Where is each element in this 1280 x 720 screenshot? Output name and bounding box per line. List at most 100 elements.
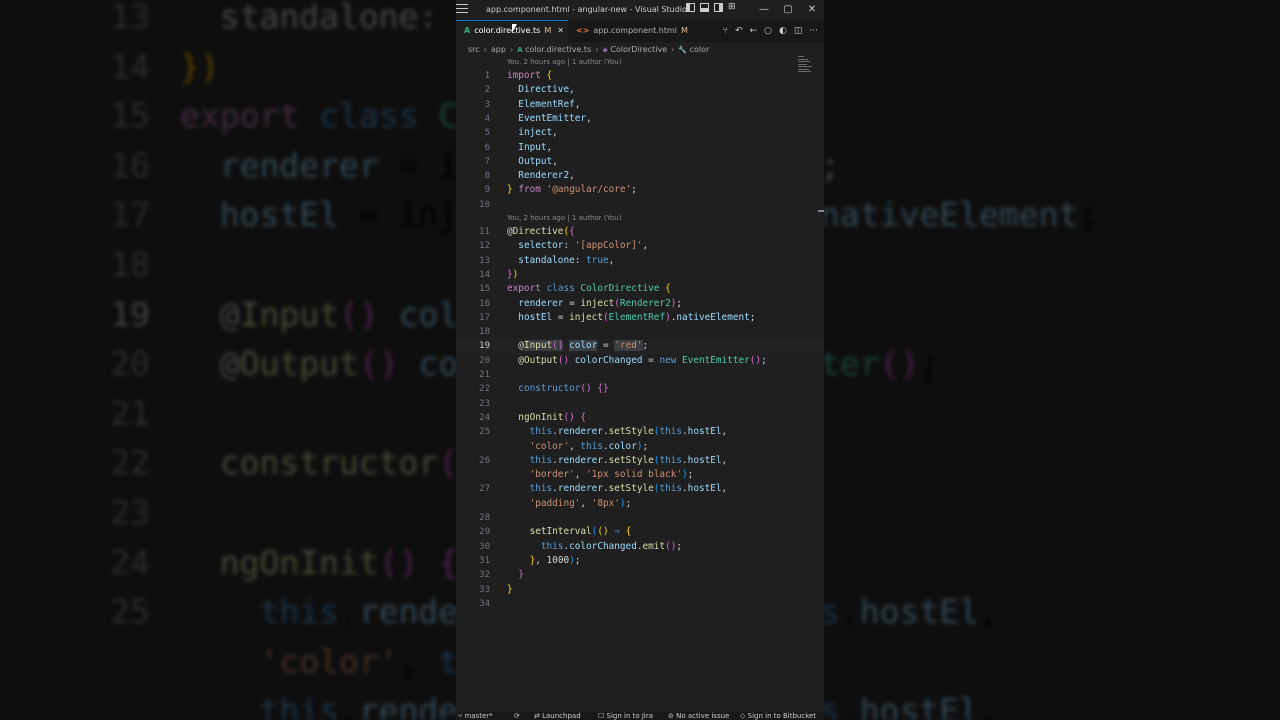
title-bar: app.component.html - angular-new - Visua… xyxy=(456,0,824,20)
close-window-button[interactable]: ✕ xyxy=(800,0,824,20)
go-back-icon[interactable]: ↶ xyxy=(735,20,743,42)
angular-icon: A xyxy=(464,26,471,35)
breadcrumb-member[interactable]: color xyxy=(690,45,710,54)
active-issue-item[interactable]: ⊘ No active issue xyxy=(668,712,729,720)
line-number: 13 xyxy=(479,255,490,266)
line-number: 32 xyxy=(479,570,490,581)
code-line: 'padding', '8px'); xyxy=(529,497,632,509)
code-line: 28 xyxy=(456,511,824,525)
line-number: 24 xyxy=(479,412,490,423)
minimize-button[interactable]: — xyxy=(752,0,776,20)
bg-line-number: 21 xyxy=(110,393,150,433)
bg-line-number: 18 xyxy=(110,244,150,284)
minimap[interactable] xyxy=(798,56,814,82)
launchpad-item[interactable]: ⇄ Launchpad xyxy=(534,712,581,720)
launchpad-icon: ⇄ xyxy=(534,712,540,720)
line-number: 30 xyxy=(479,541,490,552)
code-line: 32 } xyxy=(456,568,824,582)
codelens-blame[interactable]: You, 2 hours ago | 1 author (You) xyxy=(507,58,621,66)
line-number: 12 xyxy=(479,241,490,252)
bg-line-number: 13 xyxy=(110,0,150,36)
code-line: 22 constructor() {} xyxy=(456,382,824,396)
maximize-button[interactable]: ▢ xyxy=(776,0,800,20)
bg-line-number: 14 xyxy=(110,46,150,86)
bitbucket-signin-item[interactable]: ◇ Sign in to Bitbucket xyxy=(740,712,816,720)
close-icon[interactable]: ✕ xyxy=(557,26,564,35)
breadcrumb-src[interactable]: src xyxy=(468,45,480,54)
bg-line-number: 25 xyxy=(110,592,150,632)
git-branch-item[interactable]: ⑂ master* xyxy=(458,712,493,720)
line-number: 29 xyxy=(479,527,490,538)
code-line: 4 EventEmitter, xyxy=(456,112,824,126)
code-line: 29 setInterval(() ⇒ { xyxy=(456,525,824,539)
line-number: 25 xyxy=(479,427,490,438)
code-line: 5 inject, xyxy=(456,126,824,140)
next-change-icon[interactable]: ○ xyxy=(764,20,772,42)
menu-icon[interactable] xyxy=(456,4,468,14)
line-number: 22 xyxy=(479,384,490,395)
tab-label: color.directive.ts xyxy=(474,26,541,35)
code-editor[interactable]: You, 2 hours ago | 1 author (You) 1 impor… xyxy=(456,56,824,712)
code-line: 7 Output, xyxy=(456,155,824,169)
codelens-blame[interactable]: You, 2 hours ago | 1 author (You) xyxy=(507,214,621,222)
line-number: 3 xyxy=(484,99,490,110)
line-number: 11 xyxy=(479,227,490,237)
line-number: 9 xyxy=(484,185,490,196)
bg-line-number: 19 xyxy=(110,294,150,334)
code-line: 30 this.colorChanged.emit(); xyxy=(456,540,824,554)
line-number: 10 xyxy=(479,199,490,210)
code-line: 17 hostEl = inject(ElementRef).nativeEle… xyxy=(456,311,824,325)
html-icon: <> xyxy=(576,26,590,35)
jira-icon: ☐ xyxy=(598,712,605,720)
previous-change-icon[interactable]: ← xyxy=(750,20,758,42)
code-line: 24 ngOnInit() { xyxy=(456,411,824,425)
jira-signin-item[interactable]: ☐ Sign in to Jira xyxy=(598,712,653,720)
breadcrumb: src › app › A color.directive.ts › ◈ ColorDire… xyxy=(468,45,710,54)
layout-controls: ⊞ xyxy=(686,3,737,17)
editor-actions: ⑂ ↶ ← ○ ◐ ◫ ··· xyxy=(723,20,818,42)
source-control-icon[interactable]: ⑂ xyxy=(723,20,728,42)
line-number: 23 xyxy=(479,398,490,409)
breadcrumb-class[interactable]: ColorDirective xyxy=(610,45,667,54)
line-number: 2 xyxy=(484,85,490,96)
code-line: 26 this.renderer.setStyle(this.hostEl, xyxy=(456,454,824,468)
code-line: 31 }, 1000); xyxy=(456,554,824,568)
code-line: 14}) xyxy=(456,268,824,282)
customize-layout-icon[interactable]: ⊞ xyxy=(728,3,737,12)
window-title: app.component.html - angular-new - Visua… xyxy=(486,5,686,14)
more-actions-icon[interactable]: ··· xyxy=(809,20,818,42)
bg-line-number: 23 xyxy=(110,492,150,532)
bg-line-number: 24 xyxy=(110,542,150,582)
code-line: 21 xyxy=(456,368,824,382)
line-number: 14 xyxy=(479,269,490,280)
line-number: 15 xyxy=(479,284,490,295)
breadcrumb-file[interactable]: color.directive.ts xyxy=(525,45,591,54)
code-line: 6 Input, xyxy=(456,141,824,155)
code-line: 33} xyxy=(456,583,824,597)
toggle-primary-sidebar-icon[interactable] xyxy=(686,3,695,12)
split-editor-icon[interactable]: ◫ xyxy=(794,20,803,42)
code-line: 23 xyxy=(456,397,824,411)
breadcrumb-app[interactable]: app xyxy=(491,45,506,54)
line-number: 31 xyxy=(479,555,490,566)
toggle-panel-icon[interactable] xyxy=(700,3,709,12)
background-blur-left: 13 standalone: true, 14}) 15export class… xyxy=(0,0,456,720)
code-line: 8 Renderer2, xyxy=(456,169,824,183)
line-number: 16 xyxy=(479,298,490,309)
line-number: 17 xyxy=(479,312,490,323)
code-line: 'border', '1px solid black'); xyxy=(529,469,694,481)
timeline-icon[interactable]: ◐ xyxy=(779,20,787,42)
code-line: 18 xyxy=(456,325,824,339)
bitbucket-icon: ◇ xyxy=(740,712,746,720)
toggle-secondary-sidebar-icon[interactable] xyxy=(714,3,723,12)
code-line: 16 renderer = inject(Renderer2); xyxy=(456,297,824,311)
code-line: 20 @Output() colorChanged = new EventEmi… xyxy=(456,354,824,368)
bg-line-number: 20 xyxy=(110,344,150,384)
line-number: 21 xyxy=(479,370,490,380)
code-line: 25 this.renderer.setStyle(this.hostEl, xyxy=(456,425,824,439)
code-line: 10 xyxy=(456,198,824,212)
tab-app-component-html[interactable]: <> app.component.html M xyxy=(568,20,688,42)
code-line: 9} from '@angular/core'; xyxy=(456,183,824,197)
line-number: 4 xyxy=(484,113,490,124)
sync-icon[interactable]: ⟳ xyxy=(514,712,520,720)
